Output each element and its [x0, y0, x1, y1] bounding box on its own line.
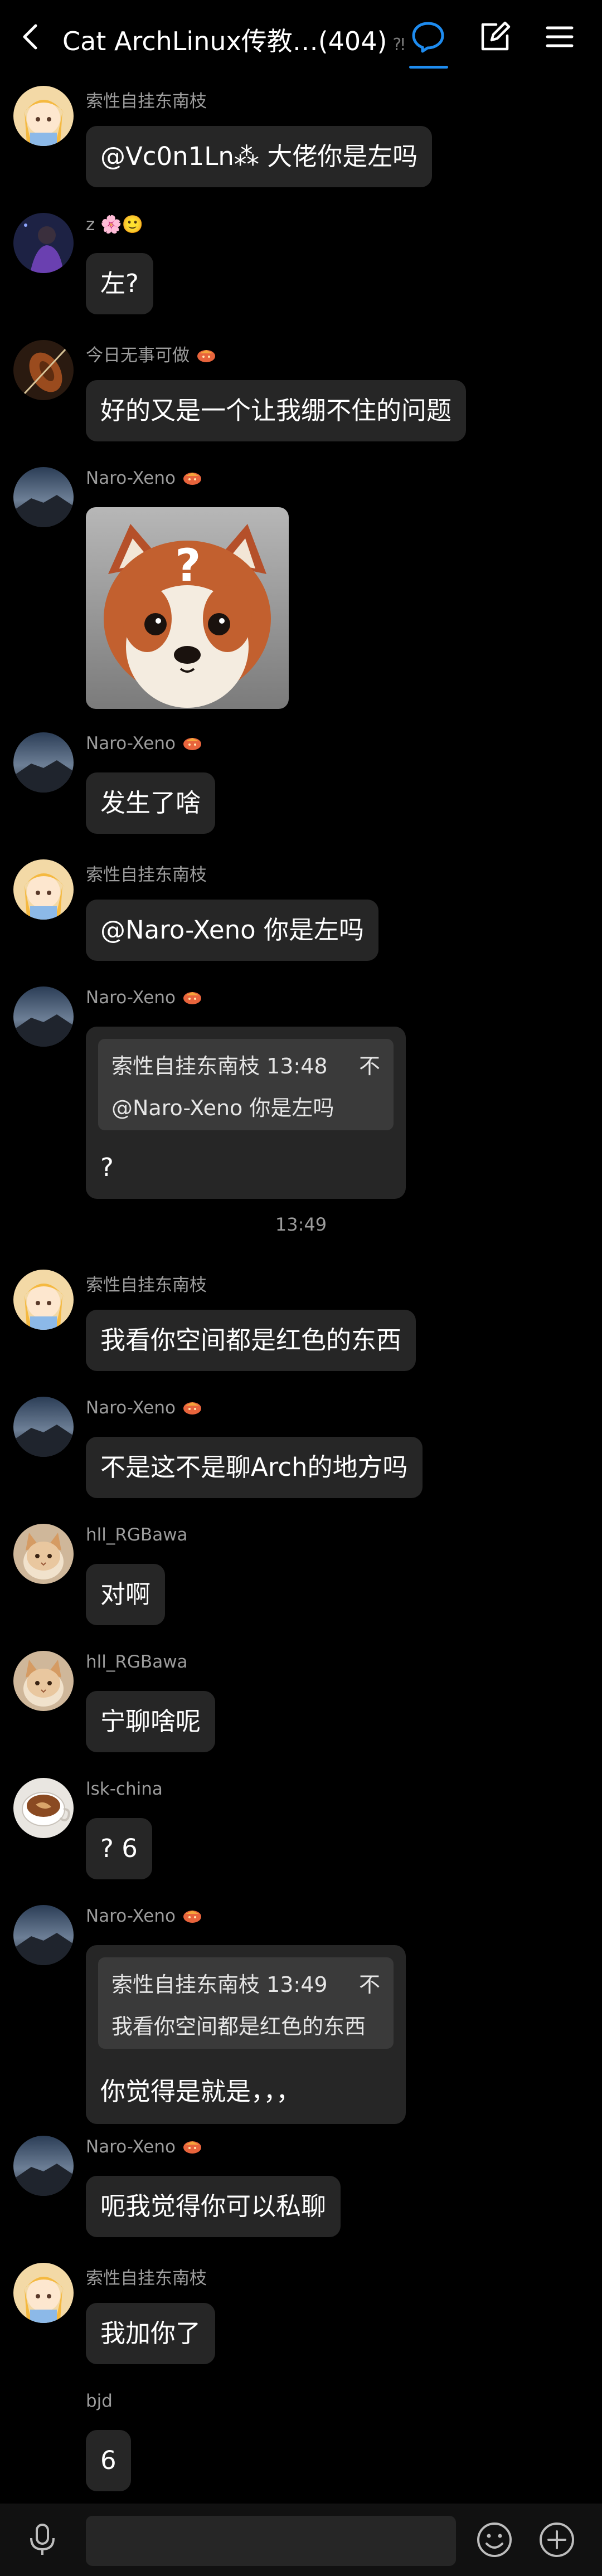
message-bubble[interactable]: 对啊 [86, 1564, 166, 1625]
chat-bubble-icon[interactable] [410, 19, 446, 55]
red-panda-image[interactable]: ? [86, 507, 289, 709]
back-icon[interactable] [16, 20, 49, 54]
chat-title-text: Cat ArchLinux传教…(404) [62, 26, 387, 56]
message-bubble[interactable]: 发生了啥 [86, 772, 216, 834]
message-bubble[interactable]: @Vc0n1Ln⁂ 大佬你是左吗 [86, 126, 433, 187]
time-divider: 13:49 [275, 1214, 327, 1235]
message-bubble[interactable]: 不是这不是聊Arch的地方吗 [86, 1437, 423, 1498]
top-bar: Cat ArchLinux传教…(404) ⁈ [0, 0, 602, 78]
sender-name: Naro-Xeno [86, 988, 205, 1008]
avatar[interactable] [13, 1397, 74, 1457]
quoted-flag: 不 [358, 1972, 380, 1997]
fruit-badge-icon [183, 992, 201, 1004]
fruit-badge-icon [183, 1402, 201, 1415]
active-tab-indicator [409, 66, 448, 69]
message-bubble[interactable]: 索性自挂东南枝 13:49 不 我看你空间都是红色的东西 你觉得是就是，，， [86, 1945, 406, 2124]
avatar[interactable] [13, 1905, 74, 1965]
sender-name: 索性自挂东南枝 [86, 1275, 207, 1295]
message-bubble[interactable]: 我加你了 [86, 2303, 216, 2364]
sender-name: z 🌸🙂 [86, 215, 144, 235]
microphone-icon[interactable] [25, 2521, 60, 2557]
fruit-badge-icon [183, 738, 201, 750]
fruit-badge-icon [183, 2141, 201, 2154]
quoted-flag: 不 [358, 1054, 380, 1078]
message-bubble[interactable]: 宁聊啥呢 [86, 1691, 216, 1752]
ear-icon: ⁈ [392, 35, 405, 55]
quoted-author: 索性自挂东南枝 13:48 [111, 1054, 328, 1078]
chat-title[interactable]: Cat ArchLinux传教…(404) ⁈ [62, 21, 405, 58]
message-bubble[interactable]: 6 [86, 2430, 131, 2491]
avatar[interactable] [13, 1524, 74, 1584]
sender-name: 索性自挂东南枝 [86, 2268, 207, 2288]
message-input[interactable] [86, 2516, 456, 2566]
avatar[interactable] [13, 86, 74, 146]
avatar[interactable] [13, 732, 74, 793]
emoji-icon[interactable] [475, 2520, 514, 2559]
edit-icon[interactable] [477, 19, 513, 55]
quoted-text: @Naro-Xeno 你是左吗 [111, 1096, 334, 1120]
sender-name: 索性自挂东南枝 [86, 865, 207, 885]
sender-name: 今日无事可做 [86, 341, 219, 366]
avatar[interactable] [13, 467, 74, 527]
avatar[interactable] [13, 986, 74, 1047]
quoted-message[interactable]: 索性自挂东南枝 13:48 不 @Naro-Xeno 你是左吗 [98, 1039, 394, 1130]
plus-icon[interactable] [537, 2520, 576, 2559]
quoted-author: 索性自挂东南枝 13:49 [111, 1972, 328, 1997]
sender-name: 索性自挂东南枝 [86, 91, 207, 111]
avatar[interactable] [13, 2136, 74, 2196]
avatar[interactable] [13, 1778, 74, 1838]
avatar[interactable] [13, 859, 74, 920]
message-bubble[interactable]: ? 6 [86, 1818, 152, 1879]
avatar[interactable] [13, 2263, 74, 2323]
avatar[interactable] [13, 1651, 74, 1711]
quoted-message[interactable]: 索性自挂东南枝 13:49 不 我看你空间都是红色的东西 [98, 1957, 394, 2049]
sender-name: hll_RGBawa [86, 1652, 188, 1672]
sender-name: hll_RGBawa [86, 1525, 188, 1545]
message-bubble[interactable]: 好的又是一个让我绷不住的问题 [86, 380, 467, 441]
sender-name: Naro-Xeno [86, 733, 205, 754]
image-caption-text: ? [175, 539, 201, 591]
sender-name: lsk-china [86, 1779, 163, 1799]
menu-icon[interactable] [542, 19, 577, 55]
avatar[interactable] [13, 340, 74, 400]
message-bubble[interactable]: @Naro-Xeno 你是左吗 [86, 900, 378, 961]
message-bubble[interactable]: 索性自挂东南枝 13:48 不 @Naro-Xeno 你是左吗 ? [86, 1027, 406, 1199]
sender-name: Naro-Xeno [86, 468, 205, 488]
sender-name: bjd [86, 2391, 113, 2411]
avatar[interactable] [13, 1270, 74, 1330]
message-bubble[interactable]: 呃我觉得你可以私聊 [86, 2176, 341, 2237]
fruit-badge-icon [183, 1911, 201, 1923]
composer-bar [0, 2504, 602, 2576]
reply-text: 你觉得是就是，，， [100, 2077, 302, 2106]
sender-name: Naro-Xeno [86, 1906, 205, 1926]
fruit-badge-icon [183, 473, 201, 485]
message-bubble[interactable]: 左? [86, 253, 153, 314]
reply-text: ? [100, 1153, 114, 1182]
quoted-text: 我看你空间都是红色的东西 [111, 2014, 366, 2039]
sender-name: Naro-Xeno [86, 1398, 205, 1418]
fruit-badge-icon [197, 350, 215, 362]
sender-name: Naro-Xeno [86, 2137, 205, 2157]
message-bubble[interactable]: 我看你空间都是红色的东西 [86, 1310, 416, 1371]
avatar[interactable] [13, 213, 74, 273]
